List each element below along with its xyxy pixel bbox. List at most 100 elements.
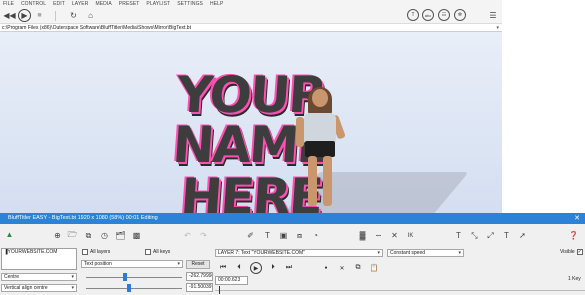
redo-icon[interactable]: ↷ — [198, 230, 209, 241]
all-layers-label: All layers — [90, 249, 111, 255]
property-select[interactable]: Text position ▾ — [81, 260, 183, 268]
all-keys-checkbox[interactable]: All keys — [145, 249, 170, 255]
undo-icon[interactable]: ↶ — [182, 230, 193, 241]
timeline-cursor[interactable] — [219, 286, 220, 294]
hamburger-menu-icon[interactable]: ☰ — [488, 9, 498, 22]
chevron-down-icon: ▾ — [458, 250, 461, 256]
text-layer-icon[interactable]: T — [407, 9, 419, 21]
speed-select-value: Constant speed — [390, 250, 426, 256]
y-value-input[interactable]: -91.500397 — [186, 283, 213, 292]
image-icon[interactable]: ▣ — [278, 230, 289, 241]
play-icon[interactable]: ▶ — [250, 262, 262, 274]
presenter-video — [290, 87, 350, 213]
menu-help[interactable]: HELP — [210, 1, 223, 7]
head — [312, 89, 328, 107]
all-layers-checkbox[interactable]: All layers — [82, 249, 110, 255]
delete-key-icon[interactable]: ✕ — [337, 263, 347, 273]
path-bar[interactable]: c:\Program Files (x86)\Outerspace Softwa… — [0, 24, 502, 32]
menu-edit[interactable]: EDIT — [53, 1, 65, 7]
window-title: BluffTitler EASY - BigText.bt 1920 x 108… — [8, 215, 158, 221]
preview-viewport[interactable]: YOUR NAME HERE — [0, 32, 502, 213]
home-icon[interactable]: ⌂ — [85, 9, 96, 22]
chevron-down-icon: ▾ — [177, 261, 180, 267]
layer-select[interactable]: LAYER 7: Text "YOURWEBSITE.COM" ▾ — [215, 249, 383, 257]
save-folder-icon[interactable]: 🗂 — [115, 230, 126, 241]
menu-playlist[interactable]: PLAYLIST — [146, 1, 170, 7]
all-keys-label: All keys — [153, 249, 171, 255]
shapes-icon[interactable]: ◔ — [310, 230, 321, 241]
checkbox-box[interactable]: ✓ — [576, 249, 583, 255]
time-input[interactable]: 00:00.623 — [215, 276, 248, 285]
align-select[interactable]: Centre ▾ — [1, 273, 77, 281]
add-layer-icon[interactable]: ⊕ — [52, 230, 63, 241]
wand-icon[interactable]: ➚ — [517, 230, 528, 241]
copy-key-icon[interactable]: ⧉ — [353, 263, 363, 273]
show-path: c:\Program Files (x86)\Outerspace Softwa… — [2, 25, 191, 31]
open-folder-icon[interactable]: 🗁 — [67, 230, 78, 241]
chevron-down-icon[interactable]: ▾ — [496, 25, 499, 31]
visible-label: Visible — [560, 249, 575, 255]
film-icon[interactable]: ▩ — [131, 230, 142, 241]
cross-icon[interactable]: ✕ — [389, 230, 400, 241]
skip-start-icon[interactable]: ⏮ — [218, 263, 228, 273]
x-slider-thumb[interactable] — [123, 273, 127, 281]
close-icon[interactable]: ✕ — [574, 214, 580, 222]
stop-icon[interactable]: ■ — [35, 9, 44, 22]
toolbar-separator — [55, 11, 56, 21]
menu-file[interactable]: FILE — [3, 1, 14, 7]
copy-layer-icon[interactable]: ⧉ — [83, 230, 94, 241]
previous-key-icon[interactable]: ⏴ — [234, 263, 244, 273]
chevron-down-icon: ▾ — [377, 250, 380, 256]
menu-media[interactable]: MEDIA — [95, 1, 111, 7]
vertical-align-select[interactable]: Vertical align centre ▾ — [1, 284, 77, 292]
x-value-input[interactable]: -262.79998 — [186, 272, 213, 281]
main-toolbar: ◀◀ ▶ ■ ↻ ⌂ T abc ☷ ✼ ☰ — [0, 7, 502, 24]
timeline-track[interactable] — [215, 290, 585, 291]
refresh-icon[interactable]: ↻ — [68, 9, 79, 22]
clock-icon[interactable]: ◷ — [99, 230, 110, 241]
menu-settings[interactable]: SETTINGS — [177, 1, 203, 7]
help-icon[interactable]: ❓ — [568, 230, 579, 241]
checkbox-box[interactable] — [82, 249, 88, 255]
chevron-down-icon: ▾ — [71, 285, 74, 291]
chart-icon[interactable]: ▓ — [357, 230, 368, 241]
title-line-3: HERE — [178, 168, 324, 213]
visible-checkbox[interactable]: Visible ✓ — [560, 249, 585, 255]
layers-icon[interactable]: ☷ — [438, 9, 450, 21]
shrink-icon[interactable]: ⤢ — [485, 230, 496, 241]
effects-icon[interactable]: ✼ — [454, 9, 466, 21]
paste-key-icon[interactable]: 📋 — [369, 263, 379, 273]
menu-control[interactable]: CONTROL — [21, 1, 46, 7]
y-slider-thumb[interactable] — [127, 284, 131, 292]
vertical-align-select-value: Vertical align centre — [4, 285, 48, 291]
ik-icon[interactable]: IK — [405, 230, 416, 241]
speed-select[interactable]: Constant speed ▾ — [387, 249, 464, 257]
resize-icon[interactable]: ⤡ — [469, 230, 480, 241]
path-icon[interactable]: ∽ — [373, 230, 384, 241]
play-icon[interactable]: ▶ — [18, 9, 31, 22]
text-size-icon[interactable]: T — [501, 230, 512, 241]
bluff-logo-icon: ▲ — [5, 230, 14, 239]
next-key-icon[interactable]: ⏵ — [268, 263, 278, 273]
layer-text-input[interactable]: ▐YOURWEBSITE.COM — [1, 248, 77, 270]
y-slider-track[interactable] — [86, 288, 182, 289]
brush-icon[interactable]: ✐ — [245, 230, 256, 241]
checkbox-box[interactable] — [145, 249, 151, 255]
control-panel: ▲ ⊕ 🗁 ⧉ ◷ 🗂 ▩ ↶ ↷ ✐ T ▣ ⧈ ◔ ▓ ∽ ✕ IK T ⤡… — [0, 224, 585, 295]
menu-preset[interactable]: PRESET — [119, 1, 140, 7]
rewind-icon[interactable]: ◀◀ — [3, 9, 15, 22]
transform-icon[interactable]: ⧈ — [294, 230, 305, 241]
layer-select-value: LAYER 7: Text "YOURWEBSITE.COM" — [218, 250, 305, 256]
abc-icon[interactable]: abc — [422, 9, 434, 21]
text-icon[interactable]: T — [262, 230, 273, 241]
window-title-bar: BluffTitler EASY - BigText.bt 1920 x 108… — [0, 213, 585, 224]
skip-end-icon[interactable]: ⏭ — [284, 263, 294, 273]
shorts — [305, 141, 335, 157]
property-select-value: Text position — [84, 261, 112, 267]
x-slider-track[interactable] — [86, 277, 182, 278]
record-key-icon[interactable]: ● — [321, 263, 331, 273]
menu-layer[interactable]: LAYER — [72, 1, 89, 7]
leg — [308, 156, 317, 206]
text-style-icon[interactable]: T — [453, 230, 464, 241]
reset-button[interactable]: Reset — [186, 260, 210, 269]
